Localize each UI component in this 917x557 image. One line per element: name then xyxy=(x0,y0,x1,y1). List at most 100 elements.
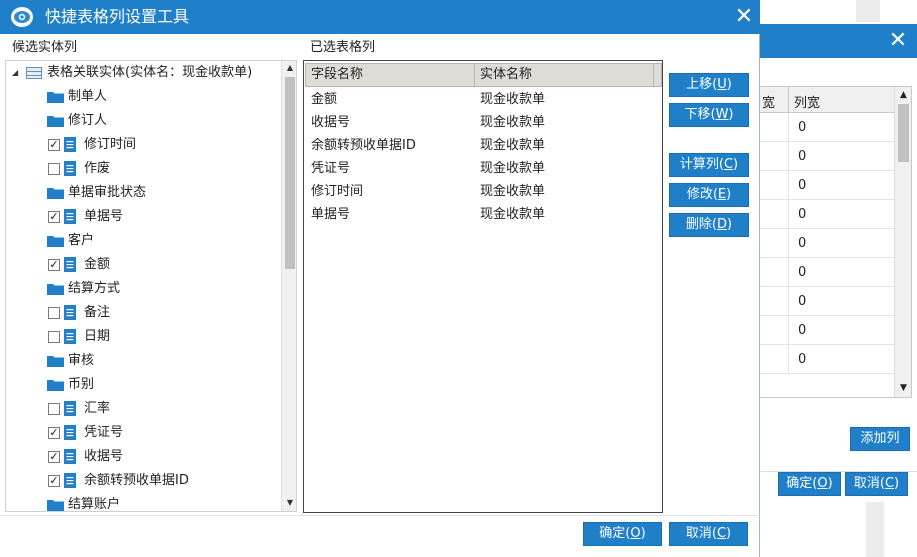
table-row[interactable]: 0 xyxy=(758,287,911,316)
move-down-button[interactable]: 下移(W) xyxy=(669,103,749,127)
scroll-thumb[interactable] xyxy=(285,77,295,269)
delete-button[interactable]: 删除(D) xyxy=(669,213,749,237)
background-blur xyxy=(856,0,880,22)
tree-folder-node[interactable]: 币别 xyxy=(6,373,281,397)
checkbox[interactable] xyxy=(48,331,60,343)
button-text-tail: ) xyxy=(726,77,732,92)
scroll-down-icon[interactable]: ▼ xyxy=(282,496,296,510)
table-row[interactable]: 0 xyxy=(758,142,911,171)
list-item[interactable]: 金额 现金收款单 xyxy=(304,88,662,111)
tree-field-node[interactable]: 日期 xyxy=(6,325,281,349)
folder-icon xyxy=(47,380,64,391)
background-column-table: 宽 列宽 0 0 0 0 0 0 0 0 0 xyxy=(757,86,912,398)
checkbox[interactable] xyxy=(48,163,60,175)
tree-root-label: 表格关联实体(实体名：现金收款单) xyxy=(47,65,253,80)
button-text-tail: ) xyxy=(640,526,646,541)
eye-logo-icon xyxy=(11,7,33,27)
button-hotkey: C xyxy=(884,476,895,491)
button-text-tail: ) xyxy=(728,107,734,122)
list-item[interactable]: 余额转预收单据ID 现金收款单 xyxy=(304,134,662,157)
checkbox[interactable]: ✓ xyxy=(48,451,60,463)
list-item[interactable]: 凭证号 现金收款单 xyxy=(304,157,662,180)
button-text: 删除( xyxy=(685,217,717,232)
tree-field-node[interactable]: ✓ 收据号 xyxy=(6,445,281,469)
tree-folder-node[interactable]: 结算方式 xyxy=(6,277,281,301)
background-cancel-button[interactable]: 取消(C) xyxy=(845,472,908,496)
window-title: 快捷表格列设置工具 xyxy=(45,7,190,26)
background-header-prev-col: 宽 xyxy=(762,96,776,111)
checkbox[interactable] xyxy=(48,307,60,319)
scroll-up-icon[interactable]: ▲ xyxy=(282,61,296,75)
checkbox[interactable] xyxy=(48,403,60,415)
tree-field-node[interactable]: 作废 xyxy=(6,157,281,181)
tree-folder-node[interactable]: 修订人 xyxy=(6,109,281,133)
tree-folder-node[interactable]: 客户 xyxy=(6,229,281,253)
scroll-thumb[interactable] xyxy=(898,104,909,162)
table-row[interactable]: 0 xyxy=(758,229,911,258)
calculated-column-button[interactable]: 计算列(C) xyxy=(669,153,749,177)
tree-node-label: 结算方式 xyxy=(68,281,121,296)
column-width-cell: 0 xyxy=(798,149,807,164)
tree-node-label: 单据号 xyxy=(84,209,124,224)
list-item[interactable]: 收据号 现金收款单 xyxy=(304,111,662,134)
checkbox[interactable]: ✓ xyxy=(48,139,60,151)
scroll-down-icon[interactable]: ▼ xyxy=(895,380,912,396)
button-hotkey: C xyxy=(723,157,734,172)
table-row[interactable]: 0 xyxy=(758,316,911,345)
tree-field-node[interactable]: ✓ 凭证号 xyxy=(6,421,281,445)
ok-button[interactable]: 确定(O) xyxy=(583,522,662,546)
table-row[interactable]: 0 xyxy=(758,200,911,229)
cell-divider xyxy=(788,345,789,374)
expand-arrow-icon[interactable]: ◢ xyxy=(12,61,18,85)
tree-field-node[interactable]: ✓ 金额 xyxy=(6,253,281,277)
list-item[interactable]: 单据号 现金收款单 xyxy=(304,203,662,226)
field-name-cell: 收据号 xyxy=(311,115,351,130)
tree-node-label: 结算账户 xyxy=(68,497,121,512)
background-close-icon[interactable]: ✕ xyxy=(886,29,910,53)
checkbox[interactable]: ✓ xyxy=(48,259,60,271)
close-icon[interactable]: ✕ xyxy=(732,5,756,29)
field-name-cell: 单据号 xyxy=(311,207,351,222)
tree-folder-node[interactable]: 结算账户 xyxy=(6,493,281,512)
column-header-filler xyxy=(653,63,662,87)
column-header-field-name[interactable]: 字段名称 xyxy=(305,63,475,87)
table-row[interactable]: 0 xyxy=(758,171,911,200)
quick-table-column-dialog: 快捷表格列设置工具 ✕ 候选实体列 已选表格列 ◢ 表格关联实体(实体名：现金收… xyxy=(0,0,760,557)
column-width-cell: 0 xyxy=(798,236,807,251)
tree-node-label: 备注 xyxy=(84,305,111,320)
edit-button[interactable]: 修改(E) xyxy=(669,183,749,207)
tree-field-node[interactable]: ✓ 余额转预收单据ID xyxy=(6,469,281,493)
tree-root-node[interactable]: ◢ 表格关联实体(实体名：现金收款单) xyxy=(6,61,281,85)
tree-field-node[interactable]: 备注 xyxy=(6,301,281,325)
tree-folder-node[interactable]: 制单人 xyxy=(6,85,281,109)
column-header-entity-name[interactable]: 实体名称 xyxy=(474,63,654,87)
cancel-button[interactable]: 取消(C) xyxy=(669,522,748,546)
table-row[interactable]: 0 xyxy=(758,345,911,374)
tree-node-label: 收据号 xyxy=(84,449,124,464)
column-width-cell: 0 xyxy=(798,323,807,338)
tree-folder-node[interactable]: 审核 xyxy=(6,349,281,373)
tree-node-label: 汇率 xyxy=(84,401,111,416)
background-table-scrollbar[interactable]: ▲ ▼ xyxy=(894,87,911,397)
checkbox[interactable]: ✓ xyxy=(48,475,60,487)
tree-scrollbar[interactable]: ▲ ▼ xyxy=(281,61,296,511)
list-item[interactable]: 修订时间 现金收款单 xyxy=(304,180,662,203)
button-hotkey: E xyxy=(717,187,727,202)
table-row[interactable]: 0 xyxy=(758,113,911,142)
tree-field-node[interactable]: ✓ 单据号 xyxy=(6,205,281,229)
entity-name-cell: 现金收款单 xyxy=(480,184,546,199)
add-column-button[interactable]: 添加列 xyxy=(850,427,910,451)
checkbox[interactable]: ✓ xyxy=(48,211,60,223)
move-up-button[interactable]: 上移(U) xyxy=(669,73,749,97)
checkbox[interactable]: ✓ xyxy=(48,427,60,439)
table-row[interactable]: 0 xyxy=(758,258,911,287)
field-name-cell: 余额转预收单据ID xyxy=(311,138,416,153)
background-ok-button[interactable]: 确定(O) xyxy=(778,472,841,496)
tree-field-node[interactable]: 汇率 xyxy=(6,397,281,421)
tree-node-label: 修订人 xyxy=(68,113,108,128)
tree-folder-node[interactable]: 单据审批状态 xyxy=(6,181,281,205)
tree-node-label: 单据审批状态 xyxy=(68,185,147,200)
scroll-up-icon[interactable]: ▲ xyxy=(895,87,912,103)
document-icon xyxy=(64,473,76,488)
tree-field-node[interactable]: ✓ 修订时间 xyxy=(6,133,281,157)
